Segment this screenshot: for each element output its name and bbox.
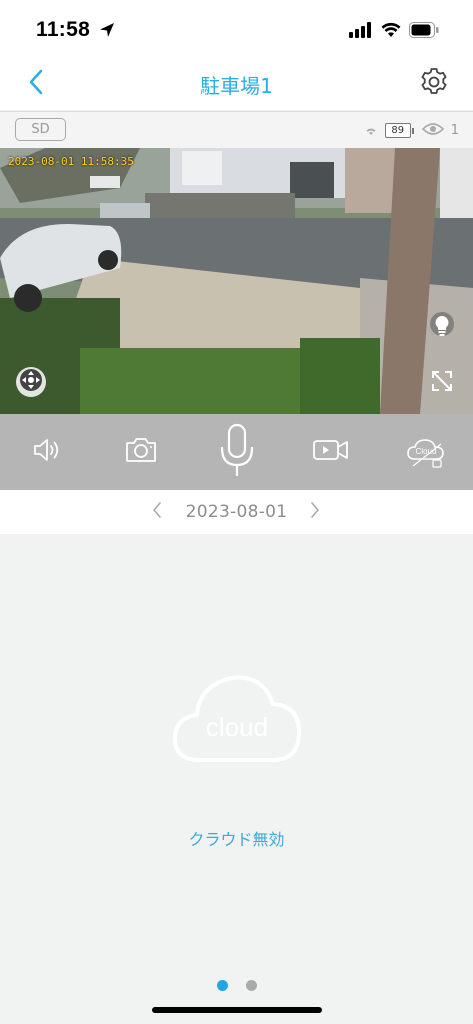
video-timestamp: 2023-08-01 11:58:35 [8,155,134,168]
battery-level: 89 [384,123,414,138]
record-button[interactable] [303,414,359,490]
page-dot[interactable] [245,980,257,991]
camera-info-strip: SD 89 1 [0,111,473,148]
status-bar: 11:58 [0,0,473,60]
video-scene [0,148,473,414]
control-bar: Cloud [0,414,473,490]
snapshot-button[interactable] [113,414,169,490]
ptz-control-icon [19,368,43,396]
gear-icon [418,66,450,102]
location-arrow-icon [98,21,116,43]
video-camera-icon [312,437,350,467]
current-date[interactable]: 2023-08-01 [0,502,473,522]
ptz-control-button[interactable] [16,367,46,397]
cellular-signal-icon [349,22,373,42]
viewer-count: 1 [450,123,459,138]
cloud-icon: cloud [171,672,303,764]
speaker-icon [32,436,62,468]
cloud-status-text: クラウド無効 [188,830,285,849]
battery-icon [409,22,439,42]
nav-bar: 駐車場1 [0,60,473,110]
light-bulb-icon [429,312,455,346]
page-title: 駐車場1 [200,74,273,98]
cloud-icon-label: cloud [205,712,269,742]
page-indicator [0,980,473,991]
sd-card-badge[interactable]: SD [15,118,66,141]
chevron-right-icon [310,501,320,523]
home-indicator[interactable] [152,1007,322,1013]
date-selector: 2023-08-01 [0,490,473,534]
cloud-button[interactable]: Cloud [396,414,456,490]
status-time: 11:58 [36,18,91,41]
settings-button[interactable] [417,67,451,101]
page-dot-active[interactable] [216,980,228,991]
wifi-icon [381,22,401,42]
fullscreen-button[interactable] [429,370,455,396]
light-button[interactable] [427,312,457,346]
next-date-button[interactable] [303,500,327,524]
cloud-button-label: Cloud [415,447,437,456]
fullscreen-icon [430,369,454,397]
microphone-button[interactable] [205,414,269,490]
camera-icon [124,436,158,468]
live-video-feed[interactable]: 2023-08-01 11:58:35 [0,148,473,414]
microphone-icon [219,423,255,481]
speaker-button[interactable] [20,414,74,490]
eye-icon [421,121,444,140]
cloud-storage-panel: cloud クラウド無効 [0,534,473,1024]
cloud-disabled-icon: Cloud [405,435,447,469]
wifi-icon [364,121,378,140]
